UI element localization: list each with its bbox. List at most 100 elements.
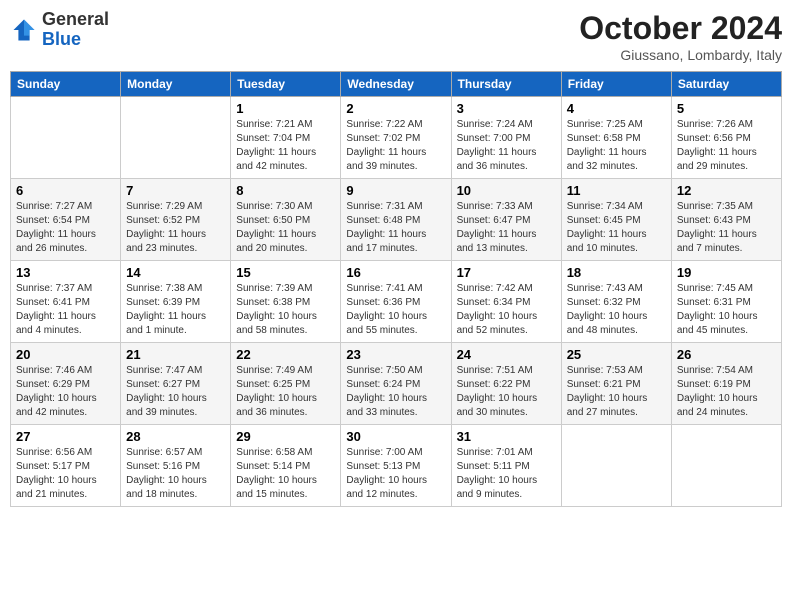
calendar-cell: 1 Sunrise: 7:21 AM Sunset: 7:04 PM Daylig… — [231, 97, 341, 179]
day-info: Sunrise: 7:39 AM Sunset: 6:38 PM Dayligh… — [236, 282, 335, 338]
day-number: 12 — [677, 183, 776, 198]
day-info: Sunrise: 7:22 AM Sunset: 7:02 PM Dayligh… — [346, 118, 445, 174]
day-number: 2 — [346, 101, 445, 116]
calendar-cell: 15 Sunrise: 7:39 AM Sunset: 6:38 PM Dayli… — [231, 261, 341, 343]
day-info: Sunrise: 7:21 AM Sunset: 7:04 PM Dayligh… — [236, 118, 335, 174]
logo-general: General — [42, 9, 109, 29]
day-number: 24 — [457, 347, 556, 362]
day-number: 26 — [677, 347, 776, 362]
col-monday: Monday — [121, 72, 231, 97]
calendar-cell: 9 Sunrise: 7:31 AM Sunset: 6:48 PM Daylig… — [341, 179, 451, 261]
calendar-cell: 24 Sunrise: 7:51 AM Sunset: 6:22 PM Dayli… — [451, 343, 561, 425]
day-number: 31 — [457, 429, 556, 444]
calendar-cell: 20 Sunrise: 7:46 AM Sunset: 6:29 PM Dayli… — [11, 343, 121, 425]
day-info: Sunrise: 7:30 AM Sunset: 6:50 PM Dayligh… — [236, 200, 335, 256]
day-info: Sunrise: 7:53 AM Sunset: 6:21 PM Dayligh… — [567, 364, 666, 420]
day-number: 21 — [126, 347, 225, 362]
calendar-cell: 16 Sunrise: 7:41 AM Sunset: 6:36 PM Dayli… — [341, 261, 451, 343]
calendar-cell: 31 Sunrise: 7:01 AM Sunset: 5:11 PM Dayli… — [451, 425, 561, 507]
calendar-cell: 8 Sunrise: 7:30 AM Sunset: 6:50 PM Daylig… — [231, 179, 341, 261]
day-info: Sunrise: 7:41 AM Sunset: 6:36 PM Dayligh… — [346, 282, 445, 338]
day-info: Sunrise: 7:33 AM Sunset: 6:47 PM Dayligh… — [457, 200, 556, 256]
day-number: 18 — [567, 265, 666, 280]
col-tuesday: Tuesday — [231, 72, 341, 97]
calendar-cell: 4Sunrise: 7:25 AM Sunset: 6:58 PM Daylig… — [561, 97, 671, 179]
day-info: Sunrise: 7:01 AM Sunset: 5:11 PM Dayligh… — [457, 446, 556, 502]
col-wednesday: Wednesday — [341, 72, 451, 97]
day-info: Sunrise: 7:24 AM Sunset: 7:00 PM Dayligh… — [457, 118, 556, 174]
day-info: Sunrise: 7:25 AM Sunset: 6:58 PM Dayligh… — [567, 118, 666, 174]
day-number: 15 — [236, 265, 335, 280]
day-number: 27 — [16, 429, 115, 444]
day-number: 6 — [16, 183, 115, 198]
day-number: 28 — [126, 429, 225, 444]
col-saturday: Saturday — [671, 72, 781, 97]
day-number: 17 — [457, 265, 556, 280]
day-info: Sunrise: 7:47 AM Sunset: 6:27 PM Dayligh… — [126, 364, 225, 420]
day-info: Sunrise: 7:51 AM Sunset: 6:22 PM Dayligh… — [457, 364, 556, 420]
calendar-cell: 10 Sunrise: 7:33 AM Sunset: 6:47 PM Dayli… — [451, 179, 561, 261]
day-info: Sunrise: 7:54 AM Sunset: 6:19 PM Dayligh… — [677, 364, 776, 420]
calendar-cell — [671, 425, 781, 507]
day-info: Sunrise: 7:26 AM Sunset: 6:56 PM Dayligh… — [677, 118, 776, 174]
day-number: 11 — [567, 183, 666, 198]
title-section: October 2024 Giussano, Lombardy, Italy — [579, 10, 782, 63]
calendar-week-5: 27 Sunrise: 6:56 AM Sunset: 5:17 PM Dayli… — [11, 425, 782, 507]
day-number: 19 — [677, 265, 776, 280]
day-info: Sunrise: 7:42 AM Sunset: 6:34 PM Dayligh… — [457, 282, 556, 338]
day-info: Sunrise: 7:49 AM Sunset: 6:25 PM Dayligh… — [236, 364, 335, 420]
day-info: Sunrise: 7:31 AM Sunset: 6:48 PM Dayligh… — [346, 200, 445, 256]
day-number: 13 — [16, 265, 115, 280]
calendar-cell — [121, 97, 231, 179]
calendar-cell: 18Sunrise: 7:43 AM Sunset: 6:32 PM Dayli… — [561, 261, 671, 343]
day-info: Sunrise: 7:29 AM Sunset: 6:52 PM Dayligh… — [126, 200, 225, 256]
calendar-cell: 11Sunrise: 7:34 AM Sunset: 6:45 PM Dayli… — [561, 179, 671, 261]
calendar-cell: 25Sunrise: 7:53 AM Sunset: 6:21 PM Dayli… — [561, 343, 671, 425]
calendar-cell: 19 Sunrise: 7:45 AM Sunset: 6:31 PM Dayli… — [671, 261, 781, 343]
calendar-body: 1 Sunrise: 7:21 AM Sunset: 7:04 PM Daylig… — [11, 97, 782, 507]
day-number: 16 — [346, 265, 445, 280]
calendar-cell: 14Sunrise: 7:38 AM Sunset: 6:39 PM Dayli… — [121, 261, 231, 343]
day-info: Sunrise: 7:46 AM Sunset: 6:29 PM Dayligh… — [16, 364, 115, 420]
month-title: October 2024 — [579, 10, 782, 47]
calendar-cell: 3 Sunrise: 7:24 AM Sunset: 7:00 PM Daylig… — [451, 97, 561, 179]
calendar-cell: 2 Sunrise: 7:22 AM Sunset: 7:02 PM Daylig… — [341, 97, 451, 179]
calendar-cell: 30Sunrise: 7:00 AM Sunset: 5:13 PM Dayli… — [341, 425, 451, 507]
day-info: Sunrise: 7:50 AM Sunset: 6:24 PM Dayligh… — [346, 364, 445, 420]
logo-icon — [10, 16, 38, 44]
col-sunday: Sunday — [11, 72, 121, 97]
logo-blue: Blue — [42, 29, 81, 49]
day-number: 20 — [16, 347, 115, 362]
calendar-cell: 17 Sunrise: 7:42 AM Sunset: 6:34 PM Dayli… — [451, 261, 561, 343]
page-header: General Blue October 2024 Giussano, Lomb… — [10, 10, 782, 63]
day-number: 1 — [236, 101, 335, 116]
col-thursday: Thursday — [451, 72, 561, 97]
location: Giussano, Lombardy, Italy — [579, 47, 782, 63]
calendar-week-3: 13 Sunrise: 7:37 AM Sunset: 6:41 PM Dayli… — [11, 261, 782, 343]
calendar-cell: 26 Sunrise: 7:54 AM Sunset: 6:19 PM Dayli… — [671, 343, 781, 425]
col-friday: Friday — [561, 72, 671, 97]
day-info: Sunrise: 7:37 AM Sunset: 6:41 PM Dayligh… — [16, 282, 115, 338]
day-info: Sunrise: 7:35 AM Sunset: 6:43 PM Dayligh… — [677, 200, 776, 256]
header-row: Sunday Monday Tuesday Wednesday Thursday… — [11, 72, 782, 97]
day-number: 10 — [457, 183, 556, 198]
calendar-header: Sunday Monday Tuesday Wednesday Thursday… — [11, 72, 782, 97]
day-info: Sunrise: 7:00 AM Sunset: 5:13 PM Dayligh… — [346, 446, 445, 502]
calendar-cell: 28Sunrise: 6:57 AM Sunset: 5:16 PM Dayli… — [121, 425, 231, 507]
day-number: 8 — [236, 183, 335, 198]
day-info: Sunrise: 7:38 AM Sunset: 6:39 PM Dayligh… — [126, 282, 225, 338]
day-number: 23 — [346, 347, 445, 362]
calendar-cell: 29Sunrise: 6:58 AM Sunset: 5:14 PM Dayli… — [231, 425, 341, 507]
day-number: 9 — [346, 183, 445, 198]
day-info: Sunrise: 7:45 AM Sunset: 6:31 PM Dayligh… — [677, 282, 776, 338]
day-number: 3 — [457, 101, 556, 116]
day-number: 7 — [126, 183, 225, 198]
calendar-cell: 23 Sunrise: 7:50 AM Sunset: 6:24 PM Dayli… — [341, 343, 451, 425]
day-info: Sunrise: 6:56 AM Sunset: 5:17 PM Dayligh… — [16, 446, 115, 502]
day-number: 5 — [677, 101, 776, 116]
calendar-cell: 21 Sunrise: 7:47 AM Sunset: 6:27 PM Dayli… — [121, 343, 231, 425]
calendar-cell: 6Sunrise: 7:27 AM Sunset: 6:54 PM Daylig… — [11, 179, 121, 261]
day-number: 29 — [236, 429, 335, 444]
calendar: Sunday Monday Tuesday Wednesday Thursday… — [10, 71, 782, 507]
calendar-cell: 22Sunrise: 7:49 AM Sunset: 6:25 PM Dayli… — [231, 343, 341, 425]
